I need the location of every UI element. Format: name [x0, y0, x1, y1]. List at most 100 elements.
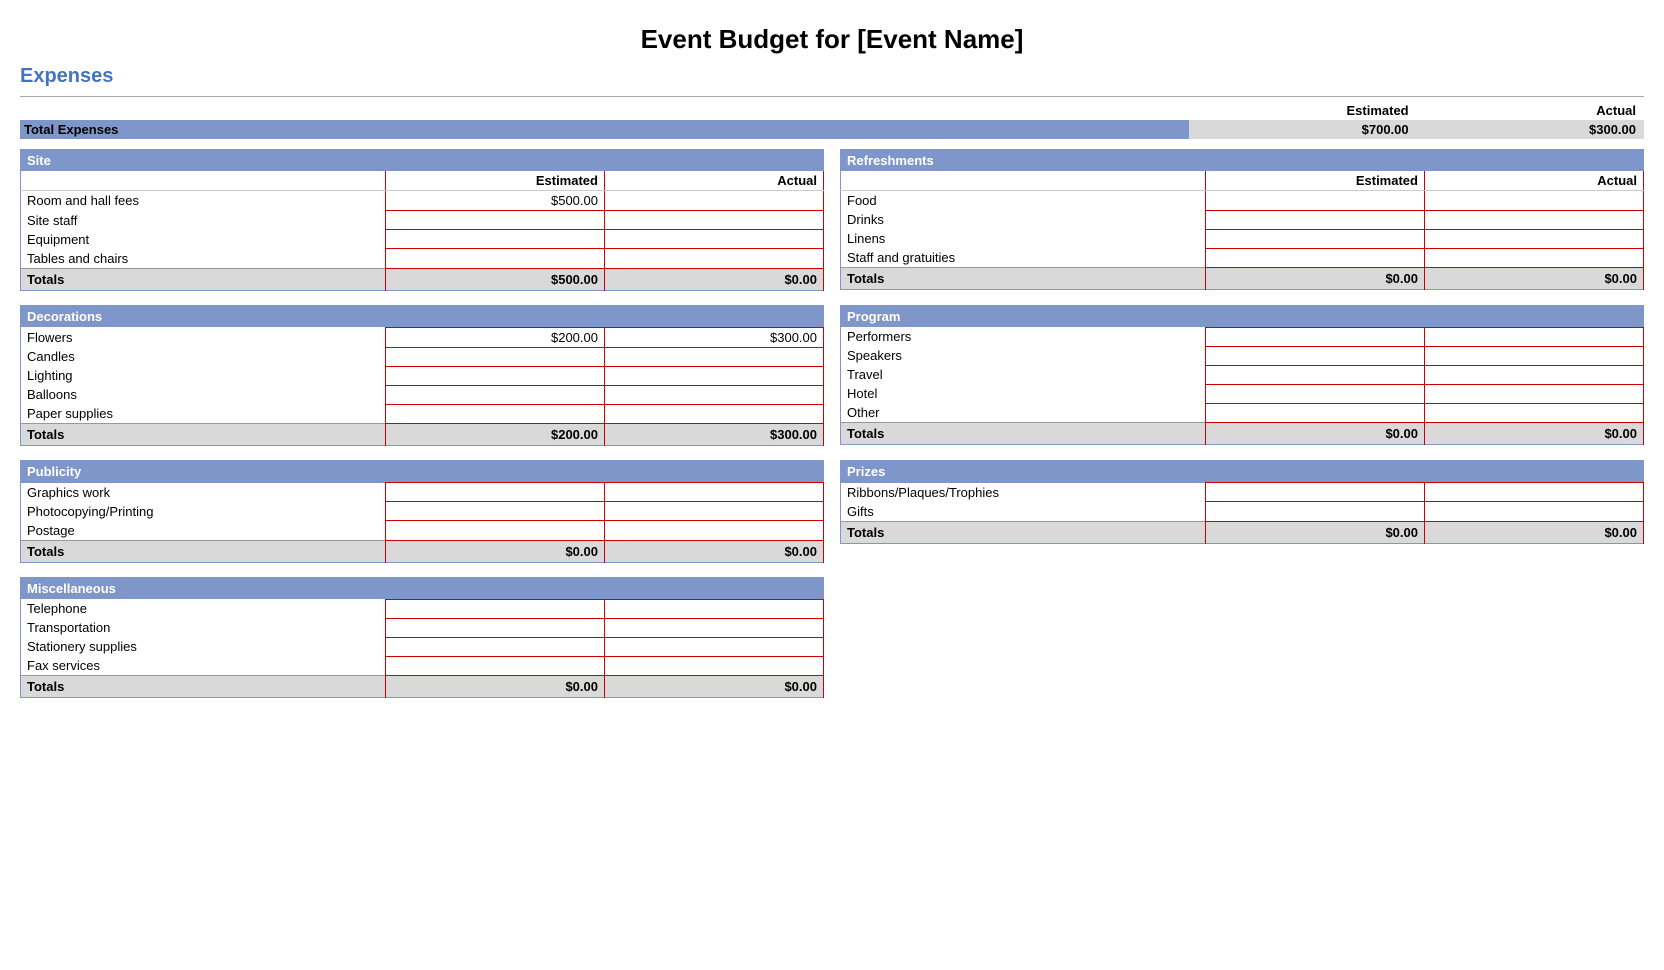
pub-row-2-actual[interactable] — [604, 521, 823, 541]
pri-row-0-actual[interactable] — [1424, 483, 1643, 502]
dec-row-1-actual[interactable] — [604, 347, 823, 366]
site-row-1-label: Site staff — [21, 211, 386, 230]
prog-row-3-actual[interactable] — [1424, 384, 1643, 403]
dec-row-2-label: Lighting — [21, 366, 386, 385]
pub-row-2-label: Postage — [21, 521, 386, 541]
pub-row-1-actual[interactable] — [604, 502, 823, 521]
expenses-heading: Expenses — [20, 63, 1644, 92]
misc-row-1-actual[interactable] — [604, 618, 823, 637]
dec-row-2-actual[interactable] — [604, 366, 823, 385]
site-row-2-actual[interactable] — [604, 230, 823, 249]
ref-row-2-actual[interactable] — [1424, 229, 1643, 248]
prog-row-0-estimated[interactable] — [1206, 327, 1425, 346]
program-table-container: Program Performers Speakers Travel — [840, 305, 1644, 446]
misc-totals-row: Totals $0.00 $0.00 — [21, 676, 824, 698]
row-3: Publicity Graphics work Photocopying/Pri… — [20, 460, 1644, 563]
summary-header-row: Estimated Actual — [20, 101, 1644, 120]
table-row: Gifts — [841, 502, 1644, 522]
table-row: Food — [841, 191, 1644, 211]
page-title: Event Budget for [Event Name] — [20, 10, 1644, 63]
misc-row-3-estimated[interactable] — [386, 656, 605, 676]
site-row-0-estimated[interactable]: $500.00 — [386, 191, 605, 211]
pub-row-0-estimated[interactable] — [386, 483, 605, 502]
miscellaneous-table-container: Miscellaneous Telephone Transportation S… — [20, 577, 824, 699]
misc-category-label: Miscellaneous — [21, 577, 824, 599]
ref-row-1-estimated[interactable] — [1206, 210, 1425, 229]
dec-row-4-label: Paper supplies — [21, 404, 386, 424]
misc-row-2-actual[interactable] — [604, 637, 823, 656]
prog-totals-actual: $0.00 — [1424, 423, 1643, 445]
refreshments-estimated-header: Estimated — [1206, 171, 1425, 191]
prizes-table: Prizes Ribbons/Plaques/Trophies Gifts To… — [840, 460, 1644, 544]
prog-row-4-actual[interactable] — [1424, 403, 1643, 423]
pub-row-0-actual[interactable] — [604, 483, 823, 502]
misc-row-3-actual[interactable] — [604, 656, 823, 676]
table-row: Paper supplies — [21, 404, 824, 424]
site-category-label: Site — [21, 150, 824, 172]
refreshments-actual-header: Actual — [1424, 171, 1643, 191]
pub-row-1-estimated[interactable] — [386, 502, 605, 521]
dec-row-0-label: Flowers — [21, 327, 386, 347]
prog-row-2-estimated[interactable] — [1206, 365, 1425, 384]
ref-row-2-estimated[interactable] — [1206, 229, 1425, 248]
pub-row-2-estimated[interactable] — [386, 521, 605, 541]
prog-row-1-actual[interactable] — [1424, 346, 1643, 365]
pri-totals-label: Totals — [841, 521, 1206, 543]
ref-row-0-estimated[interactable] — [1206, 191, 1425, 211]
ref-row-0-actual[interactable] — [1424, 191, 1643, 211]
prog-row-2-actual[interactable] — [1424, 365, 1643, 384]
site-row-0-actual[interactable] — [604, 191, 823, 211]
dec-row-4-estimated[interactable] — [386, 404, 605, 424]
ref-row-3-estimated[interactable] — [1206, 248, 1425, 268]
site-row-3-estimated[interactable] — [386, 249, 605, 269]
site-table-container: Site Estimated Actual Room and hall fees… — [20, 149, 824, 291]
prog-totals-estimated: $0.00 — [1206, 423, 1425, 445]
misc-totals-label: Totals — [21, 676, 386, 698]
prog-row-0-actual[interactable] — [1424, 327, 1643, 346]
dec-row-0-actual[interactable]: $300.00 — [604, 327, 823, 347]
top-summary-table: Estimated Actual Total Expenses $700.00 … — [20, 101, 1644, 139]
pub-totals-actual: $0.00 — [604, 540, 823, 562]
site-row-1-estimated[interactable] — [386, 211, 605, 230]
pri-row-1-estimated[interactable] — [1206, 502, 1425, 522]
table-row: Other — [841, 403, 1644, 423]
site-row-2-label: Equipment — [21, 230, 386, 249]
pri-row-0-estimated[interactable] — [1206, 483, 1425, 502]
dec-row-3-actual[interactable] — [604, 385, 823, 404]
ref-row-3-actual[interactable] — [1424, 248, 1643, 268]
site-totals-estimated: $500.00 — [386, 268, 605, 290]
dec-row-0-estimated[interactable]: $200.00 — [386, 327, 605, 347]
table-row: Fax services — [21, 656, 824, 676]
table-row: Postage — [21, 521, 824, 541]
site-totals-row: Totals $500.00 $0.00 — [21, 268, 824, 290]
dec-row-3-estimated[interactable] — [386, 385, 605, 404]
misc-row-2-estimated[interactable] — [386, 637, 605, 656]
ref-totals-actual: $0.00 — [1424, 268, 1643, 290]
decorations-category-label: Decorations — [21, 305, 824, 327]
misc-row-0-estimated[interactable] — [386, 599, 605, 618]
site-row-2-estimated[interactable] — [386, 230, 605, 249]
site-row-1-actual[interactable] — [604, 211, 823, 230]
dec-row-2-estimated[interactable] — [386, 366, 605, 385]
misc-row-0-label: Telephone — [21, 599, 386, 618]
ref-row-1-actual[interactable] — [1424, 210, 1643, 229]
dec-row-4-actual[interactable] — [604, 404, 823, 424]
refreshments-totals-row: Totals $0.00 $0.00 — [841, 268, 1644, 290]
pri-row-1-actual[interactable] — [1424, 502, 1643, 522]
prog-row-3-estimated[interactable] — [1206, 384, 1425, 403]
refreshments-category-label: Refreshments — [841, 150, 1644, 172]
prog-row-1-estimated[interactable] — [1206, 346, 1425, 365]
program-category-header: Program — [841, 305, 1644, 327]
prog-row-4-estimated[interactable] — [1206, 403, 1425, 423]
site-category-header: Site — [21, 150, 824, 172]
misc-row-1-estimated[interactable] — [386, 618, 605, 637]
dec-row-1-estimated[interactable] — [386, 347, 605, 366]
misc-row-0-actual[interactable] — [604, 599, 823, 618]
site-row-3-actual[interactable] — [604, 249, 823, 269]
table-row: Equipment — [21, 230, 824, 249]
misc-row-2-label: Stationery supplies — [21, 637, 386, 656]
ref-row-2-label: Linens — [841, 229, 1206, 248]
program-totals-row: Totals $0.00 $0.00 — [841, 423, 1644, 445]
table-row: Speakers — [841, 346, 1644, 365]
dec-row-1-label: Candles — [21, 347, 386, 366]
